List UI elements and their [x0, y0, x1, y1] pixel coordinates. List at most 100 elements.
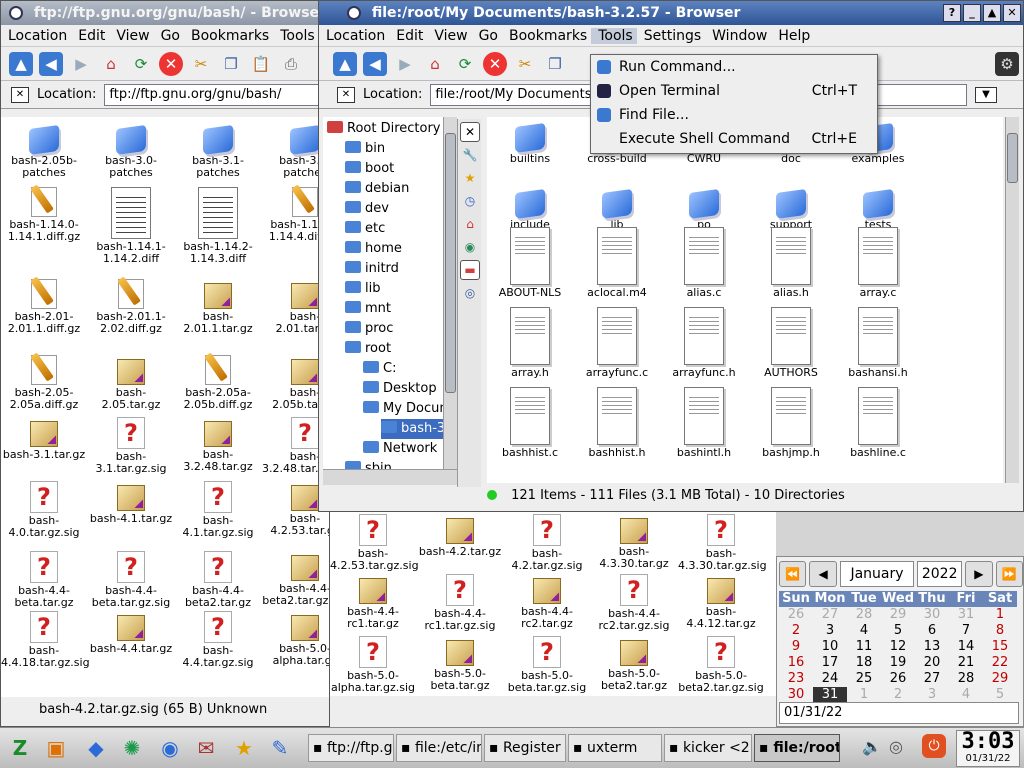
help-icon[interactable]: ? [943, 4, 961, 22]
file-item[interactable]: bash-5.0-alpha.tar.gz [262, 611, 329, 667]
calendar-day[interactable]: 5 [881, 623, 915, 639]
browser-globe-icon[interactable]: ◉ [154, 732, 186, 764]
file-item[interactable]: bash-4.1.tar.gz [88, 481, 174, 525]
reload-icon[interactable]: ⟳ [453, 52, 477, 76]
file-item[interactable]: bashline.c [835, 387, 921, 459]
menu-edit[interactable]: Edit [71, 28, 109, 44]
file-item[interactable]: array.c [835, 227, 921, 299]
file-item[interactable]: bash-2.05-2.05a.diff.gz [1, 355, 87, 411]
file-item[interactable]: bashjmp.h [748, 387, 834, 459]
calendar-day[interactable]: 3 [915, 687, 949, 703]
calendar-day[interactable]: 25 [847, 671, 881, 687]
calendar-day[interactable]: 2 [779, 623, 813, 639]
file-item[interactable]: bash-4.4.12.tar.gz [678, 574, 764, 630]
calendar-day[interactable]: 28 [949, 671, 983, 687]
calendar-day[interactable]: 30 [779, 687, 813, 703]
forward-icon[interactable]: ▶ [393, 52, 417, 76]
menu-edit[interactable]: Edit [389, 28, 427, 44]
calendar-day[interactable]: 7 [949, 623, 983, 639]
calendar-day[interactable]: 11 [847, 639, 881, 655]
file-item[interactable]: bash-4.4-rc2.tar.gz.sig [591, 574, 677, 632]
file-item[interactable]: bash-3.1-patches [175, 123, 261, 179]
prev-year-icon[interactable]: ⏪ [779, 561, 807, 587]
calendar-day[interactable]: 10 [813, 639, 847, 655]
calendar-day[interactable]: 9 [779, 639, 813, 655]
tree-node[interactable]: etc [345, 219, 385, 239]
taskbar-task[interactable]: ▪ Register [484, 734, 566, 762]
file-item[interactable]: bash-2.01.1-2.02.diff.gz [88, 279, 174, 335]
file-item[interactable]: bash-3.2.48.tar.gz [175, 417, 261, 473]
left-location-input[interactable]: ftp://ftp.gnu.org/gnu/bash/ [104, 83, 329, 106]
file-item[interactable]: bash-4.4-rc1.tar.gz.sig [417, 574, 503, 632]
left-window-titlebar[interactable]: ftp://ftp.gnu.org/gnu/bash/ - Browser [1, 1, 329, 25]
close-icon[interactable]: ✕ [1003, 4, 1021, 22]
menu-bookmarks[interactable]: Bookmarks [184, 28, 273, 44]
file-item[interactable]: bash-4.3.30.tar.gz.sig [678, 514, 767, 572]
file-item[interactable]: bash-1.14.1-1.14.2.diff [88, 187, 174, 265]
file-item[interactable]: bash-4.0.tar.gz.sig [1, 481, 87, 539]
tree-node[interactable]: home [345, 239, 402, 259]
file-item[interactable]: bash-4.4-beta.tar.gz.sig [88, 551, 174, 609]
file-item[interactable]: tests [835, 187, 921, 231]
file-item[interactable]: alias.h [748, 227, 834, 299]
tree-node[interactable]: root [345, 339, 391, 359]
file-item[interactable]: bash-4.2.tar.gz [417, 514, 503, 558]
calendar-day[interactable]: 5 [983, 687, 1017, 703]
calendar-day[interactable]: 4 [949, 687, 983, 703]
calendar-day[interactable]: 18 [847, 655, 881, 671]
tree-node[interactable]: bash-3.2.57 [381, 419, 446, 439]
calendar-day[interactable]: 8 [983, 623, 1017, 639]
rescue-vest-icon[interactable]: ▣ [40, 732, 72, 764]
right-window-titlebar[interactable]: file:/root/My Documents/bash-3.2.57 - Br… [319, 1, 1023, 25]
file-item[interactable]: bash-5.0-beta2.tar.gz [591, 636, 677, 692]
calendar-day[interactable]: 27 [915, 671, 949, 687]
mail-icon[interactable]: ✉ [190, 732, 222, 764]
volume-icon[interactable]: 🔈 [860, 734, 884, 758]
forward-icon[interactable]: ▶ [69, 52, 93, 76]
location-dropdown-icon[interactable]: ▼ [975, 86, 997, 103]
file-item[interactable]: bash-4.4-rc2.tar.gz [504, 574, 590, 630]
file-item[interactable]: aclocal.m4 [574, 227, 660, 299]
back-icon[interactable]: ◀ [39, 51, 63, 76]
sports-icon[interactable]: ★ [228, 732, 260, 764]
calendar-day[interactable]: 29 [881, 607, 915, 623]
file-item[interactable]: lib [574, 187, 660, 231]
taskbar-task[interactable]: ▪ kicker <2> [664, 734, 752, 762]
copy-icon[interactable]: ❐ [219, 52, 243, 76]
left-file-view-lower[interactable]: bash-4.2.53.tar.gz.sigbash-4.2.tar.gz bas… [330, 512, 776, 696]
directory-tree[interactable]: Root Directory bin boot debian dev etc home ini… [323, 117, 447, 469]
minimize-icon[interactable]: _ [963, 4, 981, 22]
calendar-day[interactable]: 29 [983, 671, 1017, 687]
tree-node[interactable]: sbin [345, 459, 392, 469]
menu-tools[interactable]: Tools [591, 28, 637, 44]
file-item[interactable]: builtins [487, 121, 573, 165]
calendar-date-input[interactable]: 01/31/22 [779, 702, 1019, 724]
file-item[interactable]: bash-4.3.30.tar.gz [591, 514, 677, 570]
home-icon[interactable]: ⌂ [99, 52, 123, 76]
calendar-day[interactable]: 6 [915, 623, 949, 639]
reload-icon[interactable]: ⟳ [129, 52, 153, 76]
tree-node[interactable]: Network [363, 439, 437, 459]
file-item[interactable]: alias.c [661, 227, 747, 299]
copy-icon[interactable]: ❐ [543, 52, 567, 76]
calendar-day[interactable]: 13 [915, 639, 949, 655]
file-item[interactable]: bash-5.0-beta2.tar.gz.sig [678, 636, 764, 694]
tree-node[interactable]: initrd [345, 259, 399, 279]
menu-location[interactable]: Location [319, 28, 389, 44]
cut-icon[interactable]: ✂ [513, 52, 537, 76]
close-sidebar-icon[interactable]: ✕ [460, 122, 480, 142]
desktop-cube-icon[interactable]: ◆ [80, 732, 112, 764]
file-item[interactable]: bash-2.01.1.tar.gz [175, 279, 261, 335]
file-item[interactable]: arrayfunc.c [574, 307, 660, 379]
file-item[interactable]: bash-3.1.tar.gz.sig [88, 417, 174, 475]
menu-view[interactable]: View [109, 28, 153, 44]
calendar-day[interactable]: 31 [813, 687, 847, 703]
calendar-day[interactable]: 1 [983, 607, 1017, 623]
network-globe-icon[interactable]: ◉ [460, 237, 480, 257]
calendar-day[interactable]: 12 [881, 639, 915, 655]
calendar-month[interactable]: January [839, 561, 915, 587]
right-file-scrollbar[interactable] [1005, 117, 1019, 483]
home-icon[interactable]: ⌂ [423, 52, 447, 76]
next-year-icon[interactable]: ⏩ [995, 561, 1024, 587]
menu-go[interactable]: Go [472, 28, 502, 44]
